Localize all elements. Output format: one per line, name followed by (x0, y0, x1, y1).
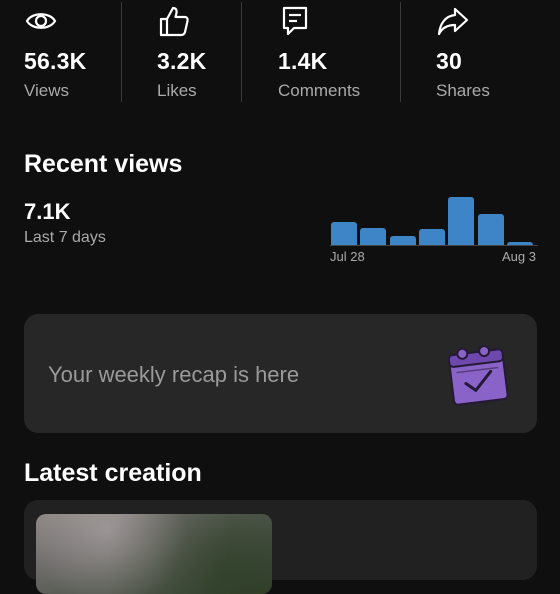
thumbs-up-icon (159, 6, 189, 37)
chart-baseline (330, 245, 538, 246)
chart-bar-5 (448, 197, 475, 245)
chart-bar-1 (331, 222, 357, 245)
views-label: Views (24, 81, 70, 100)
share-icon (437, 7, 469, 36)
likes-label: Likes (157, 81, 197, 100)
latest-creation-title: Latest creation (24, 459, 202, 487)
calendar-check-icon (447, 345, 509, 406)
comments-value: 1.4K (278, 48, 328, 74)
shares-label: Shares (436, 81, 490, 100)
chart-bar-3 (389, 235, 416, 245)
weekly-recap-card[interactable]: Your weekly recap is here (24, 314, 537, 433)
eye-icon (25, 13, 57, 29)
thumbnail-image (36, 514, 272, 594)
recent-views-period: Last 7 days (24, 229, 106, 246)
divider (400, 2, 401, 102)
chart-end-label: Aug 3 (502, 249, 536, 264)
chart-bar-7 (506, 242, 533, 245)
latest-creation-card[interactable] (24, 500, 537, 594)
recent-views-value: 7.1K (24, 199, 71, 224)
views-value: 56.3K (24, 48, 87, 74)
recent-views-chart[interactable]: Jul 28 Aug 3 (330, 190, 538, 268)
chart-bar-2 (360, 227, 387, 245)
divider (121, 2, 122, 102)
chart-bar-4 (418, 228, 445, 245)
stats-row: 56.3K Views 3.2K Likes 1.4K Comments 30 … (0, 0, 560, 110)
video-thumbnail[interactable] (36, 514, 272, 594)
comment-icon (282, 6, 308, 36)
chart-bar-6 (477, 214, 504, 245)
likes-value: 3.2K (157, 48, 207, 74)
divider (241, 2, 242, 102)
recent-views-title: Recent views (24, 150, 183, 178)
shares-value: 30 (436, 48, 462, 74)
comments-label: Comments (278, 81, 361, 100)
weekly-recap-text: Your weekly recap is here (48, 362, 300, 387)
chart-start-label: Jul 28 (330, 249, 365, 264)
